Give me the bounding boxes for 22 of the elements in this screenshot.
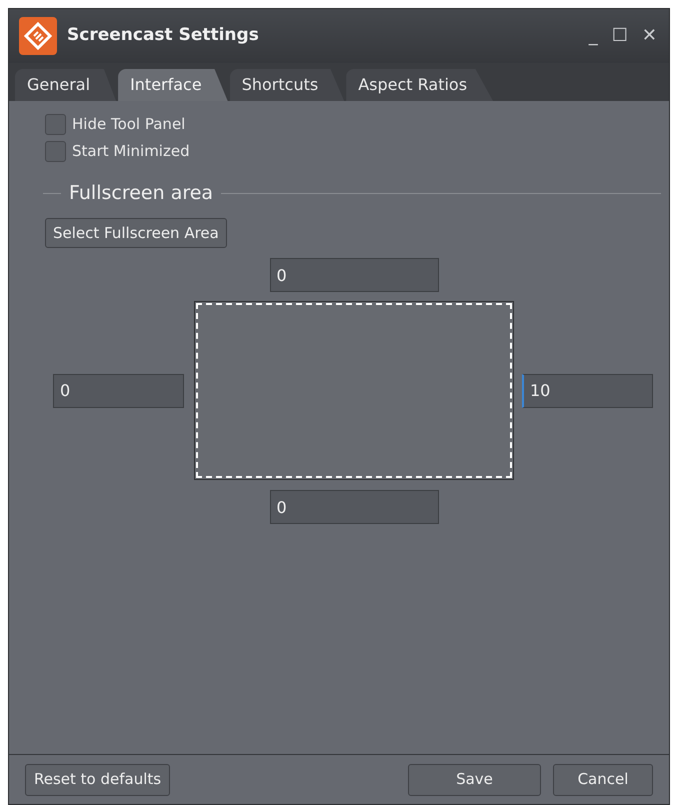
select-area-button[interactable]: Select Fullscreen Area bbox=[45, 218, 227, 248]
tab[interactable]: Interface bbox=[118, 69, 228, 101]
tab[interactable]: Shortcuts bbox=[230, 69, 344, 101]
maximize-button[interactable]: ☐ bbox=[610, 27, 630, 45]
cancel-button[interactable]: Cancel bbox=[553, 764, 653, 796]
reset-button[interactable]: Reset to defaults bbox=[25, 764, 170, 796]
number-field[interactable]: 0 bbox=[270, 258, 438, 292]
number-field[interactable]: 0 bbox=[270, 490, 438, 524]
checkbox[interactable] bbox=[45, 114, 66, 135]
tab[interactable]: General bbox=[15, 69, 116, 101]
number-field[interactable]: 0 bbox=[53, 374, 184, 408]
checkbox[interactable] bbox=[45, 141, 66, 162]
tab[interactable]: Aspect Ratios bbox=[346, 69, 494, 101]
app-logo-icon bbox=[19, 17, 57, 55]
checkbox-label: Hide Tool Panel bbox=[72, 114, 186, 136]
close-button[interactable]: ✕ bbox=[640, 27, 659, 45]
window-title: Screencast Settings bbox=[67, 24, 260, 48]
minimize-button[interactable]: _ bbox=[586, 27, 600, 45]
save-button[interactable]: Save bbox=[408, 764, 541, 796]
section-heading: Fullscreen area bbox=[69, 181, 214, 206]
number-field[interactable]: 10 bbox=[522, 374, 653, 408]
checkbox-label: Start Minimized bbox=[72, 141, 190, 162]
